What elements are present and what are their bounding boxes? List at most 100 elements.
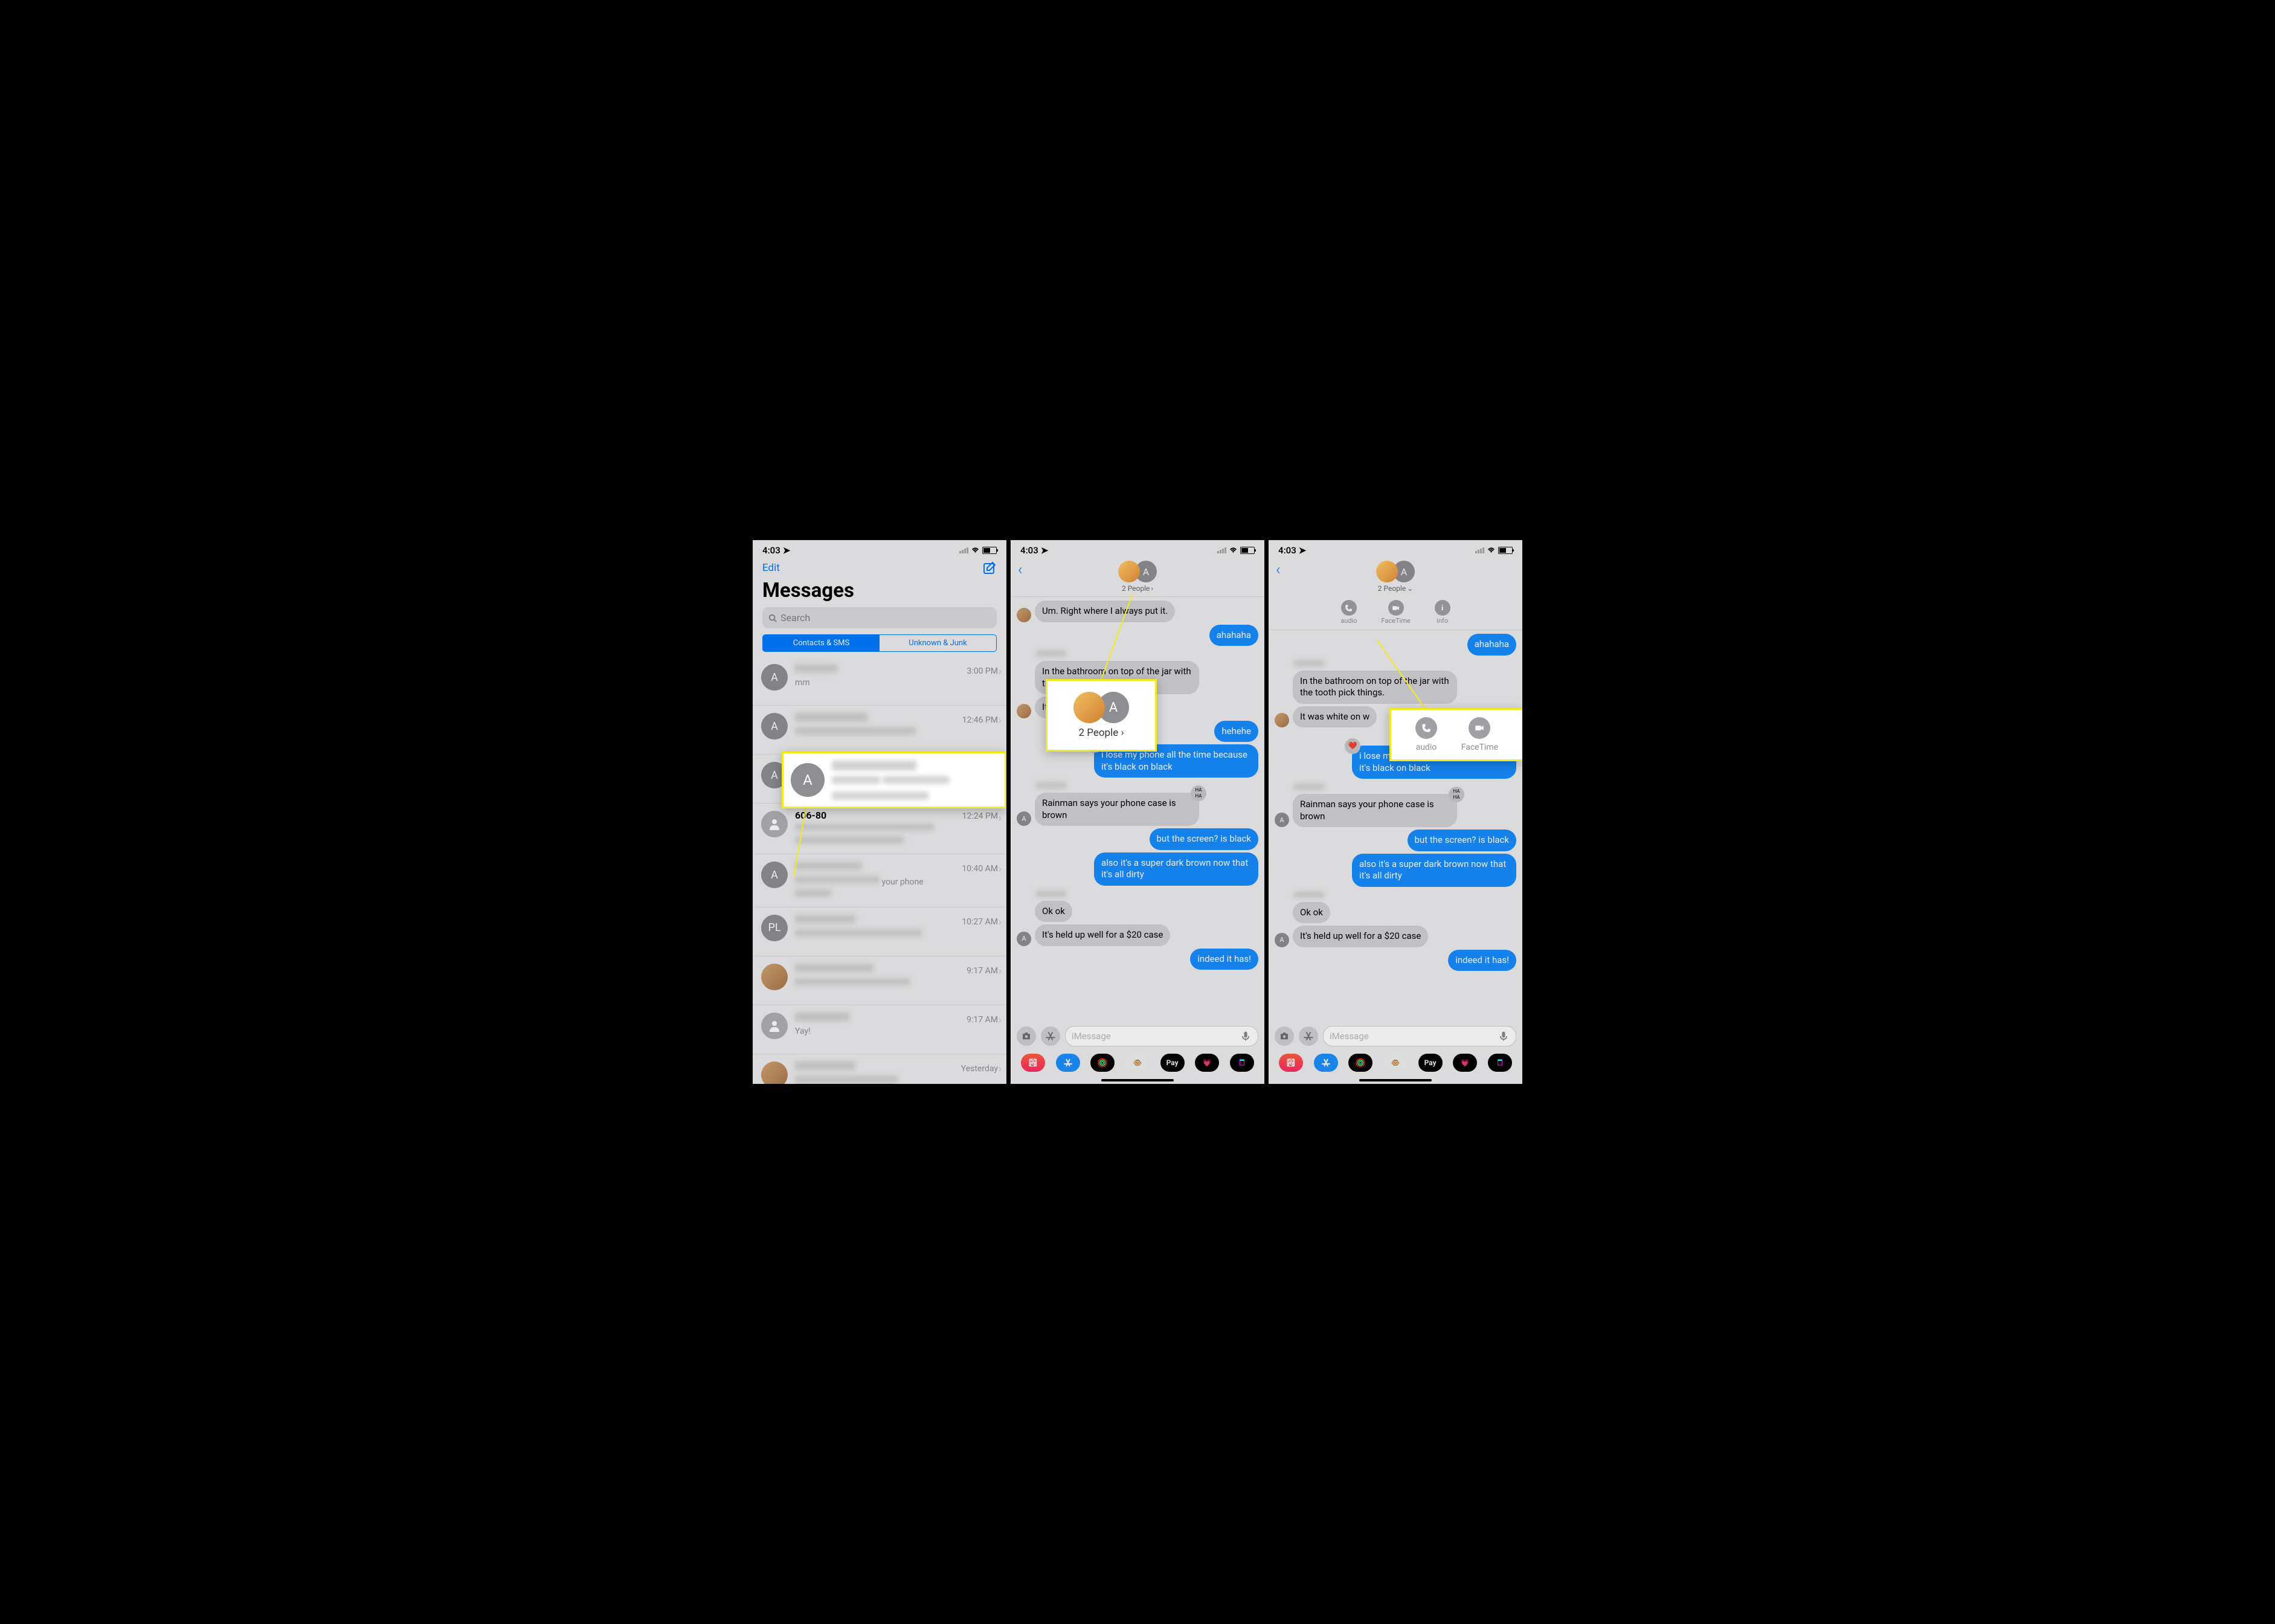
chevron-right-icon: › bbox=[999, 812, 1002, 825]
signal-icon bbox=[1217, 547, 1226, 553]
chevron-right-icon: › bbox=[999, 1014, 1002, 1026]
chat-header[interactable]: ‹ A 2 People⌄ bbox=[1269, 558, 1522, 596]
action-row: audio FaceTime iinfo bbox=[1269, 596, 1522, 630]
screen-messages-list: 4:03➤ Edit Messages Search Contacts & SM… bbox=[753, 540, 1006, 1084]
avatar: A bbox=[761, 862, 788, 888]
avatar bbox=[761, 1062, 788, 1084]
store-app-icon[interactable] bbox=[1314, 1054, 1338, 1072]
avatar bbox=[761, 964, 788, 990]
group-avatars[interactable]: A bbox=[1118, 561, 1157, 582]
signal-icon bbox=[959, 547, 968, 553]
home-indicator[interactable] bbox=[1359, 1079, 1432, 1081]
callout-actions: audio FaceTime bbox=[1389, 708, 1522, 761]
mic-icon[interactable] bbox=[1498, 1030, 1510, 1042]
facetime-button[interactable]: FaceTime bbox=[1461, 717, 1498, 752]
signal-icon bbox=[1475, 547, 1484, 553]
conversation-row[interactable]: A 10:40 AM your phone › bbox=[753, 854, 1006, 907]
message-input[interactable]: iMessage bbox=[1065, 1026, 1258, 1046]
mic-icon[interactable] bbox=[1240, 1030, 1252, 1042]
chevron-right-icon: › bbox=[1151, 584, 1153, 593]
video-icon bbox=[1388, 600, 1404, 616]
search-placeholder: Search bbox=[780, 612, 810, 624]
chevron-right-icon: › bbox=[999, 965, 1002, 978]
digitaltouch-app-icon[interactable]: 💗 bbox=[1453, 1054, 1477, 1072]
animoji-app-icon[interactable]: 🐵 bbox=[1125, 1054, 1150, 1072]
chevron-right-icon: › bbox=[999, 863, 1002, 875]
back-button[interactable]: ‹ bbox=[1276, 561, 1281, 579]
group-avatars[interactable]: A bbox=[1376, 561, 1415, 582]
location-icon: ➤ bbox=[1041, 545, 1049, 556]
phone-icon bbox=[1415, 717, 1437, 739]
chevron-right-icon: › bbox=[1121, 727, 1124, 739]
screen-chat: 4:03➤ ‹ A 2 People› Um. Right where I al… bbox=[1011, 540, 1264, 1084]
conversation-row[interactable]: A 3:00 PMmm › bbox=[753, 657, 1006, 706]
status-time: 4:03 bbox=[762, 545, 780, 556]
appstore-icon[interactable] bbox=[1299, 1026, 1318, 1046]
home-indicator[interactable] bbox=[1101, 1079, 1174, 1081]
conversation-row[interactable]: 9:17 AMYay! › bbox=[753, 1005, 1006, 1054]
battery-icon bbox=[982, 547, 997, 554]
camera-icon[interactable] bbox=[1275, 1026, 1294, 1046]
status-bar: 4:03➤ bbox=[1011, 540, 1264, 558]
wifi-icon bbox=[971, 547, 980, 554]
avatar: A bbox=[791, 763, 825, 797]
info-button[interactable]: iinfo bbox=[1435, 600, 1450, 625]
photos-app-icon[interactable]: 🏞 bbox=[1279, 1054, 1303, 1072]
edit-button[interactable]: Edit bbox=[762, 562, 780, 574]
avatar: PL bbox=[761, 915, 788, 941]
conversation-row[interactable]: 606-8012:24 PM › bbox=[753, 804, 1006, 854]
phone-icon bbox=[1341, 600, 1357, 616]
search-icon bbox=[768, 614, 777, 622]
app-strip[interactable]: 🏞 🐵 Pay 💗 bbox=[1011, 1050, 1264, 1075]
app-strip[interactable]: 🏞 🐵 Pay 💗 bbox=[1269, 1050, 1522, 1075]
video-icon bbox=[1469, 717, 1490, 739]
avatar: A bbox=[1275, 813, 1289, 827]
compose-icon[interactable] bbox=[982, 561, 997, 575]
avatar bbox=[1017, 704, 1031, 718]
store-app-icon[interactable] bbox=[1056, 1054, 1080, 1072]
facetime-button[interactable]: FaceTime bbox=[1382, 600, 1411, 625]
camera-icon[interactable] bbox=[1017, 1026, 1036, 1046]
chat-body[interactable]: ahahaha In the bathroom on top of the ja… bbox=[1269, 630, 1522, 981]
avatar bbox=[1275, 713, 1289, 727]
conversation-row[interactable]: 9:17 AM › bbox=[753, 956, 1006, 1005]
conversation-row[interactable]: Yesterday › bbox=[753, 1054, 1006, 1084]
digitaltouch-app-icon[interactable]: 💗 bbox=[1195, 1054, 1219, 1072]
chat-body[interactable]: Um. Right where I always put it. ahahaha… bbox=[1011, 597, 1264, 978]
message-input-bar: iMessage bbox=[1269, 1022, 1522, 1050]
filter-segmented[interactable]: Contacts & SMS Unknown & Junk bbox=[762, 634, 997, 652]
seg-contacts[interactable]: Contacts & SMS bbox=[763, 635, 880, 651]
screen-chat-expanded: 4:03➤ ‹ A 2 People⌄ audio FaceTime iinfo… bbox=[1269, 540, 1522, 1084]
appstore-icon[interactable] bbox=[1041, 1026, 1060, 1046]
activity-app-icon[interactable] bbox=[1348, 1054, 1372, 1072]
avatar bbox=[1017, 608, 1031, 622]
haha-reaction-icon: HAHA bbox=[1191, 785, 1206, 801]
audio-button[interactable]: audio bbox=[1415, 717, 1437, 752]
avatar: A bbox=[1017, 811, 1031, 826]
battery-icon bbox=[1498, 547, 1513, 554]
audio-button[interactable]: audio bbox=[1340, 600, 1357, 625]
applepay-app-icon[interactable]: Pay bbox=[1160, 1054, 1185, 1072]
music-app-icon[interactable] bbox=[1488, 1054, 1512, 1072]
heart-reaction-icon: ❤️ bbox=[1345, 738, 1360, 754]
location-icon: ➤ bbox=[783, 545, 791, 556]
battery-icon bbox=[1240, 547, 1255, 554]
conversation-row[interactable]: PL 10:27 AM › bbox=[753, 907, 1006, 956]
page-title: Messages bbox=[753, 578, 1006, 607]
avatar bbox=[761, 1013, 788, 1039]
activity-app-icon[interactable] bbox=[1090, 1054, 1115, 1072]
photos-app-icon[interactable]: 🏞 bbox=[1021, 1054, 1045, 1072]
applepay-app-icon[interactable]: Pay bbox=[1418, 1054, 1443, 1072]
status-bar: 4:03➤ bbox=[1269, 540, 1522, 558]
callout-group-header: A 2 People › bbox=[1046, 679, 1157, 752]
back-button[interactable]: ‹ bbox=[1018, 561, 1023, 579]
seg-unknown[interactable]: Unknown & Junk bbox=[880, 635, 996, 651]
chat-header[interactable]: ‹ A 2 People› bbox=[1011, 558, 1264, 597]
conversation-row[interactable]: A 12:46 PM › bbox=[753, 706, 1006, 755]
music-app-icon[interactable] bbox=[1230, 1054, 1254, 1072]
avatar: A bbox=[1017, 932, 1031, 946]
avatar: A bbox=[1275, 933, 1289, 947]
message-input[interactable]: iMessage bbox=[1323, 1026, 1516, 1046]
search-input[interactable]: Search bbox=[762, 607, 997, 628]
animoji-app-icon[interactable]: 🐵 bbox=[1383, 1054, 1408, 1072]
